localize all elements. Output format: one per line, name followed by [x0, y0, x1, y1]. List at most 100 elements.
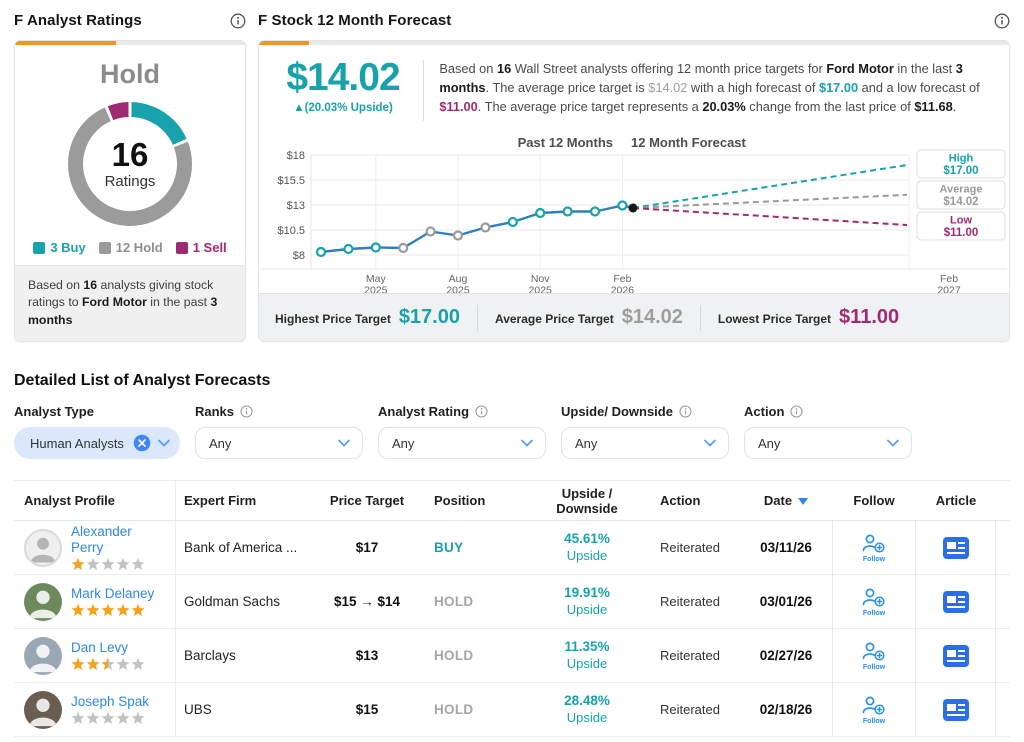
info-icon[interactable]: [230, 13, 246, 29]
analyst-name-link[interactable]: Joseph Spak: [71, 694, 149, 710]
info-icon[interactable]: [240, 404, 253, 418]
star-icon: [131, 657, 145, 671]
chevron-down-icon: [521, 439, 533, 447]
price-point: [562, 206, 573, 217]
legend-item-hold: 12 Hold: [98, 240, 163, 255]
legend-swatch: [175, 241, 188, 254]
info-icon[interactable]: [994, 13, 1010, 29]
column-header-firm[interactable]: Expert Firm: [176, 481, 308, 520]
price-point: [343, 243, 354, 255]
divider: [476, 304, 478, 331]
column-header-date[interactable]: Date: [740, 481, 832, 520]
article-button[interactable]: [942, 536, 970, 560]
column-header-action[interactable]: Action: [652, 481, 740, 520]
column-header-label: Follow: [853, 493, 895, 508]
analyst-avatar[interactable]: [24, 528, 62, 567]
article-icon: [942, 536, 969, 559]
follow-button[interactable]: Follow: [861, 695, 887, 725]
column-header-label: Date: [763, 493, 793, 508]
legend-item-buy: 3 Buy: [33, 240, 86, 255]
y-tick-label: $8: [293, 250, 305, 262]
info-icon[interactable]: [790, 404, 804, 418]
column-header-ud[interactable]: Upside / Downside: [522, 481, 652, 520]
price-target-cell: $15 → $14: [333, 594, 401, 609]
follow-button[interactable]: Follow: [861, 587, 887, 617]
y-tick-label: $13: [287, 200, 305, 212]
ratings-donut-wrap: 16 Ratings: [15, 102, 245, 226]
filter-select-analyst-rating[interactable]: Any: [378, 427, 546, 459]
follow-button[interactable]: Follow: [861, 533, 887, 563]
chip-value: Human Analysts: [30, 435, 124, 451]
y-tick-label: $10.5: [277, 225, 305, 237]
article-button[interactable]: [942, 698, 970, 722]
analyst-avatar[interactable]: [24, 582, 62, 621]
forecast-header: F Stock 12 Month Forecast: [258, 8, 1010, 33]
column-header-pos[interactable]: Position: [426, 481, 522, 520]
action-cell: Reiterated: [660, 594, 720, 609]
article-button[interactable]: [942, 590, 970, 614]
follow-button-label: Follow: [862, 663, 886, 671]
forecast-target-box-average: Average$14.02: [916, 180, 1006, 210]
analyst-name-link[interactable]: Dan Levy: [71, 640, 145, 656]
follow-button[interactable]: Follow: [861, 641, 887, 671]
filter-label-row: Action: [744, 403, 912, 419]
date-cell: 03/11/26: [760, 540, 812, 555]
article-button[interactable]: [942, 644, 970, 668]
upside-downside-cell: 11.35% Upside: [522, 629, 652, 682]
article-cell: [916, 629, 996, 682]
legend-label: 1 Sell: [192, 240, 227, 255]
remove-filter-icon[interactable]: [133, 434, 151, 452]
price-point: [398, 242, 409, 254]
price-target-summary-label: Average Price Target: [494, 312, 614, 326]
price-target-cell: $15: [355, 702, 379, 717]
position-cell: HOLD: [434, 594, 474, 609]
star-icon: [86, 657, 100, 671]
forecast-description: Based on 16 Wall Street analysts offerin…: [439, 61, 980, 115]
column-header-article[interactable]: Article: [916, 481, 996, 520]
target-value: $17.00: [943, 165, 978, 177]
target-value: $14.02: [943, 196, 978, 208]
info-icon[interactable]: [475, 404, 488, 418]
filter-upside-downside: Upside/ Downside Any: [561, 403, 729, 459]
column-header-pt[interactable]: Price Target: [308, 481, 426, 520]
position-cell: BUY: [434, 540, 464, 555]
star-icon: [101, 657, 115, 671]
analyst-profile-cell: Alexander Perry: [14, 521, 176, 574]
info-icon[interactable]: [679, 404, 692, 418]
star-icon: [101, 557, 115, 571]
forecast-summary: $14.02 ▲(20.03% Upside) Based on 16 Wall…: [259, 45, 1009, 131]
price-point: [370, 242, 381, 253]
forecast-target-box-high: High$17.00: [916, 149, 1006, 179]
filter-analyst-rating: Analyst Rating Any: [378, 403, 546, 459]
x-tick-label: Aug 2025: [446, 273, 470, 295]
price-point: [535, 207, 546, 219]
column-header-follow[interactable]: Follow: [832, 481, 916, 520]
select-value: Any: [758, 435, 781, 451]
filter-select-upside-downside[interactable]: Any: [561, 427, 729, 459]
ratings-donut-chart: 16 Ratings: [68, 102, 192, 226]
analyst-type-chip[interactable]: Human Analysts: [14, 427, 180, 459]
article-cell: [916, 683, 996, 736]
ratings-legend: 3 Buy 12 Hold 1 Sell: [15, 240, 245, 255]
chip-controls: [133, 434, 170, 452]
analyst-star-rating: [71, 557, 167, 571]
price-target-summary-label: Highest Price Target: [275, 312, 391, 326]
analyst-name-link[interactable]: Alexander Perry: [71, 524, 167, 555]
filter-select-action[interactable]: Any: [744, 427, 912, 459]
filter-label: Analyst Rating: [378, 403, 470, 419]
action-cell: Reiterated: [660, 648, 720, 663]
column-header-profile[interactable]: Analyst Profile: [14, 481, 176, 520]
filter-label: Upside/ Downside: [561, 403, 673, 419]
analyst-avatar[interactable]: [24, 690, 62, 729]
filter-select-ranks[interactable]: Any: [195, 427, 363, 459]
forecast-card: $14.02 ▲(20.03% Upside) Based on 16 Wall…: [258, 40, 1010, 342]
analyst-name-link[interactable]: Mark Delaney: [71, 586, 154, 602]
ratings-column: F Analyst Ratings Hold 16 Ratings 3 Buy …: [14, 8, 246, 342]
analyst-name-block: Mark Delaney: [71, 586, 154, 618]
analyst-avatar[interactable]: [24, 636, 62, 675]
select-value: Any: [575, 435, 598, 451]
ratings-header: F Analyst Ratings: [14, 8, 246, 33]
star-icon: [131, 603, 145, 617]
filter-label: Ranks: [195, 403, 235, 419]
follow-button-label: Follow: [862, 609, 886, 617]
